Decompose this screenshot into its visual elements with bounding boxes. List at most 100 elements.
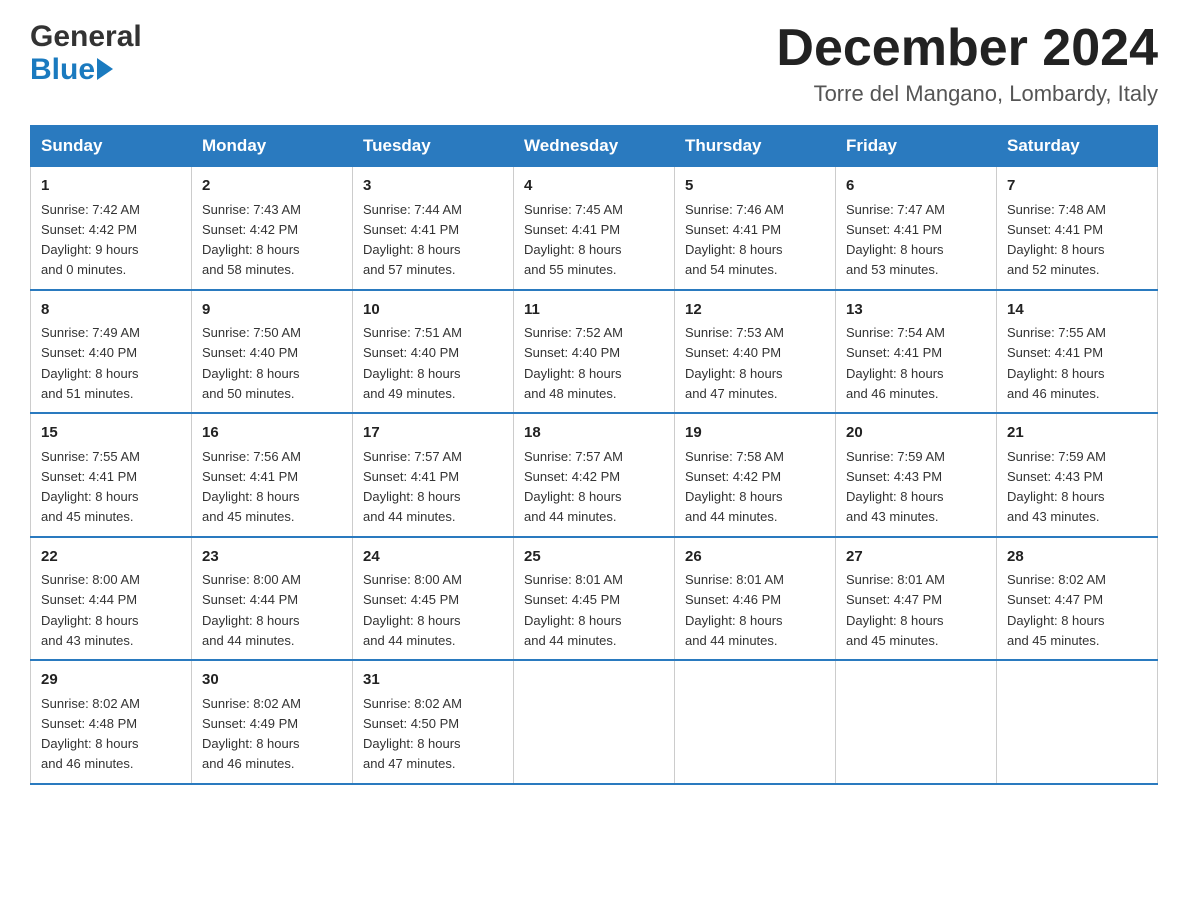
- day-number: 25: [524, 546, 664, 569]
- logo-triangle-icon: [97, 58, 113, 80]
- title-block: December 2024 Torre del Mangano, Lombard…: [776, 20, 1158, 107]
- day-header-friday: Friday: [836, 126, 997, 167]
- calendar-cell: 26Sunrise: 8:01 AM Sunset: 4:46 PM Dayli…: [675, 537, 836, 661]
- calendar-cell: 6 Sunrise: 7:47 AM Sunset: 4:41 PM Daylig…: [836, 167, 997, 290]
- day-number: 27: [846, 546, 986, 569]
- day-number: 17: [363, 422, 503, 445]
- day-header-monday: Monday: [192, 126, 353, 167]
- logo-general: General: [30, 20, 142, 53]
- day-info: Sunrise: 7:45 AM Sunset: 4:41 PM Dayligh…: [524, 202, 623, 278]
- calendar-cell: 2Sunrise: 7:43 AM Sunset: 4:42 PM Daylig…: [192, 167, 353, 290]
- calendar-cell: 8 Sunrise: 7:49 AM Sunset: 4:40 PM Daylig…: [31, 290, 192, 414]
- calendar-cell: 20Sunrise: 7:59 AM Sunset: 4:43 PM Dayli…: [836, 413, 997, 537]
- day-info: Sunrise: 7:50 AM Sunset: 4:40 PM Dayligh…: [202, 325, 301, 401]
- day-info: Sunrise: 7:55 AM Sunset: 4:41 PM Dayligh…: [41, 449, 140, 525]
- day-info: Sunrise: 7:49 AM Sunset: 4:40 PM Dayligh…: [41, 325, 140, 401]
- day-info: Sunrise: 8:00 AM Sunset: 4:44 PM Dayligh…: [41, 572, 140, 648]
- calendar-cell: [836, 660, 997, 784]
- day-number: 18: [524, 422, 664, 445]
- calendar-cell: [675, 660, 836, 784]
- day-info: Sunrise: 7:56 AM Sunset: 4:41 PM Dayligh…: [202, 449, 301, 525]
- calendar-cell: 16 Sunrise: 7:56 AM Sunset: 4:41 PM Dayli…: [192, 413, 353, 537]
- day-info: Sunrise: 7:46 AM Sunset: 4:41 PM Dayligh…: [685, 202, 784, 278]
- calendar-cell: 25Sunrise: 8:01 AM Sunset: 4:45 PM Dayli…: [514, 537, 675, 661]
- day-info: Sunrise: 8:00 AM Sunset: 4:44 PM Dayligh…: [202, 572, 301, 648]
- day-number: 22: [41, 546, 181, 569]
- calendar-cell: 11Sunrise: 7:52 AM Sunset: 4:40 PM Dayli…: [514, 290, 675, 414]
- logo-blue: Blue: [30, 53, 142, 86]
- day-info: Sunrise: 7:51 AM Sunset: 4:40 PM Dayligh…: [363, 325, 462, 401]
- logo: General Blue: [30, 20, 142, 86]
- day-info: Sunrise: 8:02 AM Sunset: 4:47 PM Dayligh…: [1007, 572, 1106, 648]
- calendar-cell: 3Sunrise: 7:44 AM Sunset: 4:41 PM Daylig…: [353, 167, 514, 290]
- day-info: Sunrise: 8:01 AM Sunset: 4:47 PM Dayligh…: [846, 572, 945, 648]
- day-number: 24: [363, 546, 503, 569]
- day-number: 9: [202, 299, 342, 322]
- calendar-cell: 28 Sunrise: 8:02 AM Sunset: 4:47 PM Dayli…: [997, 537, 1158, 661]
- calendar-cell: [514, 660, 675, 784]
- calendar-cell: 7 Sunrise: 7:48 AM Sunset: 4:41 PM Daylig…: [997, 167, 1158, 290]
- calendar-cell: 17 Sunrise: 7:57 AM Sunset: 4:41 PM Dayli…: [353, 413, 514, 537]
- calendar-cell: 15 Sunrise: 7:55 AM Sunset: 4:41 PM Dayli…: [31, 413, 192, 537]
- day-number: 14: [1007, 299, 1147, 322]
- calendar-cell: 5 Sunrise: 7:46 AM Sunset: 4:41 PM Daylig…: [675, 167, 836, 290]
- calendar-cell: 1 Sunrise: 7:42 AM Sunset: 4:42 PM Daylig…: [31, 167, 192, 290]
- day-header-wednesday: Wednesday: [514, 126, 675, 167]
- day-number: 12: [685, 299, 825, 322]
- calendar-week-row: 15 Sunrise: 7:55 AM Sunset: 4:41 PM Dayli…: [31, 413, 1158, 537]
- page-subtitle: Torre del Mangano, Lombardy, Italy: [776, 81, 1158, 107]
- day-number: 31: [363, 669, 503, 692]
- day-number: 29: [41, 669, 181, 692]
- day-info: Sunrise: 7:55 AM Sunset: 4:41 PM Dayligh…: [1007, 325, 1106, 401]
- day-number: 15: [41, 422, 181, 445]
- day-info: Sunrise: 7:52 AM Sunset: 4:40 PM Dayligh…: [524, 325, 623, 401]
- day-info: Sunrise: 7:47 AM Sunset: 4:41 PM Dayligh…: [846, 202, 945, 278]
- calendar-week-row: 29Sunrise: 8:02 AM Sunset: 4:48 PM Dayli…: [31, 660, 1158, 784]
- day-header-saturday: Saturday: [997, 126, 1158, 167]
- day-number: 1: [41, 175, 181, 198]
- calendar-cell: 30 Sunrise: 8:02 AM Sunset: 4:49 PM Dayli…: [192, 660, 353, 784]
- page-header: General Blue December 2024 Torre del Man…: [30, 20, 1158, 107]
- calendar-cell: [997, 660, 1158, 784]
- calendar-cell: 13Sunrise: 7:54 AM Sunset: 4:41 PM Dayli…: [836, 290, 997, 414]
- calendar-week-row: 8 Sunrise: 7:49 AM Sunset: 4:40 PM Daylig…: [31, 290, 1158, 414]
- calendar-cell: 9 Sunrise: 7:50 AM Sunset: 4:40 PM Daylig…: [192, 290, 353, 414]
- day-number: 21: [1007, 422, 1147, 445]
- calendar-cell: 29Sunrise: 8:02 AM Sunset: 4:48 PM Dayli…: [31, 660, 192, 784]
- calendar-table: SundayMondayTuesdayWednesdayThursdayFrid…: [30, 125, 1158, 785]
- day-info: Sunrise: 7:57 AM Sunset: 4:42 PM Dayligh…: [524, 449, 623, 525]
- day-info: Sunrise: 7:59 AM Sunset: 4:43 PM Dayligh…: [846, 449, 945, 525]
- calendar-cell: 27 Sunrise: 8:01 AM Sunset: 4:47 PM Dayli…: [836, 537, 997, 661]
- day-info: Sunrise: 7:43 AM Sunset: 4:42 PM Dayligh…: [202, 202, 301, 278]
- calendar-cell: 12 Sunrise: 7:53 AM Sunset: 4:40 PM Dayli…: [675, 290, 836, 414]
- calendar-cell: 14 Sunrise: 7:55 AM Sunset: 4:41 PM Dayli…: [997, 290, 1158, 414]
- calendar-week-row: 22 Sunrise: 8:00 AM Sunset: 4:44 PM Dayli…: [31, 537, 1158, 661]
- day-info: Sunrise: 8:02 AM Sunset: 4:50 PM Dayligh…: [363, 696, 462, 772]
- calendar-header-row: SundayMondayTuesdayWednesdayThursdayFrid…: [31, 126, 1158, 167]
- calendar-cell: 23 Sunrise: 8:00 AM Sunset: 4:44 PM Dayli…: [192, 537, 353, 661]
- day-info: Sunrise: 7:59 AM Sunset: 4:43 PM Dayligh…: [1007, 449, 1106, 525]
- day-number: 30: [202, 669, 342, 692]
- day-number: 10: [363, 299, 503, 322]
- day-info: Sunrise: 7:57 AM Sunset: 4:41 PM Dayligh…: [363, 449, 462, 525]
- day-info: Sunrise: 7:42 AM Sunset: 4:42 PM Dayligh…: [41, 202, 140, 278]
- day-header-thursday: Thursday: [675, 126, 836, 167]
- day-number: 8: [41, 299, 181, 322]
- day-number: 28: [1007, 546, 1147, 569]
- calendar-cell: 22 Sunrise: 8:00 AM Sunset: 4:44 PM Dayli…: [31, 537, 192, 661]
- day-info: Sunrise: 7:58 AM Sunset: 4:42 PM Dayligh…: [685, 449, 784, 525]
- day-number: 7: [1007, 175, 1147, 198]
- day-number: 16: [202, 422, 342, 445]
- day-info: Sunrise: 7:44 AM Sunset: 4:41 PM Dayligh…: [363, 202, 462, 278]
- day-number: 6: [846, 175, 986, 198]
- day-info: Sunrise: 7:48 AM Sunset: 4:41 PM Dayligh…: [1007, 202, 1106, 278]
- day-header-tuesday: Tuesday: [353, 126, 514, 167]
- calendar-cell: 21 Sunrise: 7:59 AM Sunset: 4:43 PM Dayli…: [997, 413, 1158, 537]
- day-number: 4: [524, 175, 664, 198]
- day-number: 26: [685, 546, 825, 569]
- day-info: Sunrise: 7:53 AM Sunset: 4:40 PM Dayligh…: [685, 325, 784, 401]
- calendar-cell: 4 Sunrise: 7:45 AM Sunset: 4:41 PM Daylig…: [514, 167, 675, 290]
- day-info: Sunrise: 8:02 AM Sunset: 4:49 PM Dayligh…: [202, 696, 301, 772]
- day-number: 23: [202, 546, 342, 569]
- day-number: 5: [685, 175, 825, 198]
